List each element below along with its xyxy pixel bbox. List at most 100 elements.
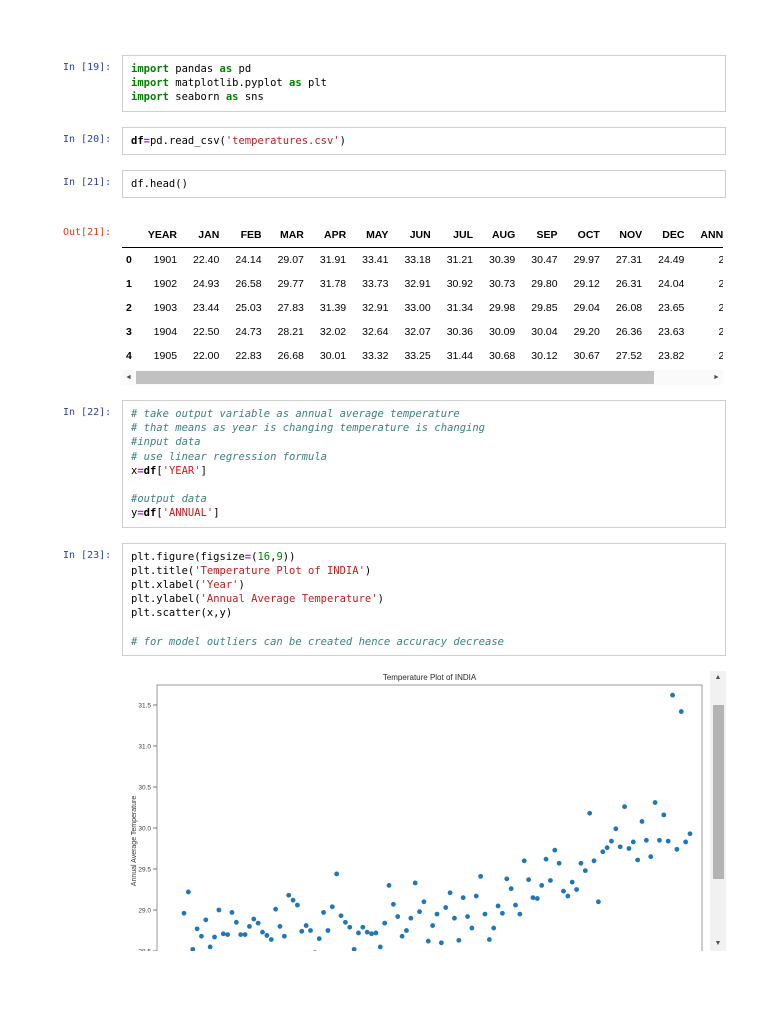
table-cell: 26.58 bbox=[227, 272, 269, 296]
table-cell: 31.34 bbox=[439, 296, 481, 320]
scatter-point bbox=[561, 889, 566, 894]
scatter-point bbox=[500, 911, 505, 916]
table-cell: 22.00 bbox=[185, 344, 227, 368]
scatter-point bbox=[334, 872, 339, 877]
scatter-point bbox=[374, 931, 379, 936]
scatter-point bbox=[640, 819, 645, 824]
table-cell: 28.30 bbox=[692, 344, 723, 368]
scatter-point bbox=[461, 895, 466, 900]
scatter-point bbox=[360, 925, 365, 930]
code-cell-23: In [23]: plt.figure(figsize=(16,9))plt.t… bbox=[63, 543, 726, 656]
table-cell: 33.41 bbox=[354, 248, 396, 273]
scatter-point bbox=[509, 886, 514, 891]
scatter-point bbox=[657, 838, 662, 843]
scatter-point bbox=[574, 887, 579, 892]
table-cell: 1905 bbox=[140, 344, 185, 368]
scroll-down-icon[interactable]: ▼ bbox=[710, 937, 726, 951]
row-index-cell: 1 bbox=[122, 272, 140, 296]
scatter-point bbox=[356, 931, 361, 936]
code-input-area[interactable]: import pandas as pdimport matplotlib.pyp… bbox=[122, 55, 726, 112]
scatter-point bbox=[513, 903, 518, 908]
table-header-cell: NOV bbox=[608, 213, 650, 248]
scroll-left-icon[interactable]: ◄ bbox=[122, 370, 135, 385]
scatter-plot: Temperature Plot of INDIAAnnual Average … bbox=[122, 671, 703, 951]
table-cell: 26.08 bbox=[608, 296, 650, 320]
scatter-point bbox=[452, 916, 457, 921]
table-cell: 29.97 bbox=[566, 248, 608, 273]
scatter-point bbox=[675, 847, 680, 852]
scatter-point bbox=[195, 927, 200, 932]
scatter-point bbox=[679, 709, 684, 714]
dataframe-output: YEARJANFEBMARAPRMAYJUNJULAUGSEPOCTNOVDEC… bbox=[122, 213, 726, 385]
table-header-cell: DEC bbox=[650, 213, 692, 248]
code-input-area[interactable]: df.head() bbox=[122, 170, 726, 198]
table-row: 2190323.4425.0327.8331.3932.9133.0031.34… bbox=[122, 296, 723, 320]
code-line: plt.ylabel('Annual Average Temperature') bbox=[131, 592, 717, 606]
y-tick-label: 31.5 bbox=[138, 702, 151, 709]
table-row: 3190422.5024.7328.2132.0232.6432.0730.36… bbox=[122, 320, 723, 344]
scatter-point bbox=[570, 880, 575, 885]
scatter-point bbox=[404, 928, 409, 933]
table-cell: 30.39 bbox=[481, 248, 523, 273]
code-line: #input data bbox=[131, 435, 717, 449]
scatter-point bbox=[496, 904, 501, 909]
code-line: df.head() bbox=[131, 177, 717, 191]
scatter-point bbox=[456, 938, 461, 943]
input-prompt: In [21]: bbox=[63, 170, 122, 198]
scatter-point bbox=[613, 826, 618, 831]
scatter-point bbox=[382, 921, 387, 926]
code-line: plt.title('Temperature Plot of INDIA') bbox=[131, 564, 717, 578]
scatter-point bbox=[308, 928, 313, 933]
table-cell: 26.36 bbox=[608, 320, 650, 344]
table-cell: 29.85 bbox=[523, 296, 565, 320]
table-cell: 1904 bbox=[140, 320, 185, 344]
code-input-area[interactable]: # take output variable as annual average… bbox=[122, 400, 726, 528]
scatter-point bbox=[526, 877, 531, 882]
vertical-scroll-thumb[interactable] bbox=[713, 705, 724, 879]
table-cell: 29.20 bbox=[566, 320, 608, 344]
table-header-cell bbox=[122, 213, 140, 248]
scatter-point bbox=[321, 910, 326, 915]
code-line: # use linear regression formula bbox=[131, 450, 717, 464]
code-input-area[interactable]: df=pd.read_csv('temperatures.csv') bbox=[122, 127, 726, 155]
scatter-point bbox=[548, 878, 553, 883]
table-cell: 30.47 bbox=[523, 248, 565, 273]
notebook: In [19]: import pandas as pdimport matpl… bbox=[63, 55, 726, 951]
plot-clip-region: Temperature Plot of INDIAAnnual Average … bbox=[122, 671, 704, 951]
scatter-point bbox=[522, 858, 527, 863]
scatter-point bbox=[203, 918, 208, 923]
scatter-point bbox=[251, 917, 256, 922]
table-cell: 30.04 bbox=[523, 320, 565, 344]
table-header-cell: AUG bbox=[481, 213, 523, 248]
scatter-point bbox=[273, 907, 278, 912]
table-cell: 33.73 bbox=[354, 272, 396, 296]
scatter-point bbox=[339, 913, 344, 918]
scatter-point bbox=[596, 899, 601, 904]
dataframe-table: YEARJANFEBMARAPRMAYJUNJULAUGSEPOCTNOVDEC… bbox=[122, 213, 723, 368]
code-cell-22: In [22]: # take output variable as annua… bbox=[63, 400, 726, 528]
scatter-point bbox=[504, 877, 509, 882]
input-prompt: In [20]: bbox=[63, 127, 122, 155]
scatter-point bbox=[247, 924, 252, 929]
scatter-point bbox=[583, 868, 588, 873]
y-tick-label: 30.5 bbox=[138, 784, 151, 791]
scroll-right-icon[interactable]: ► bbox=[710, 370, 723, 385]
code-input-area[interactable]: plt.figure(figsize=(16,9))plt.title('Tem… bbox=[122, 543, 726, 656]
horizontal-scroll-thumb[interactable] bbox=[136, 371, 654, 384]
scatter-point bbox=[465, 914, 470, 919]
scatter-point bbox=[592, 858, 597, 863]
table-cell: 23.82 bbox=[650, 344, 692, 368]
table-cell: 29.04 bbox=[566, 296, 608, 320]
table-cell: 29.12 bbox=[566, 272, 608, 296]
scroll-up-icon[interactable]: ▲ bbox=[710, 671, 726, 685]
table-cell: 27.83 bbox=[270, 296, 312, 320]
scatter-point bbox=[491, 926, 496, 931]
vertical-scrollbar[interactable]: ▲ ▼ bbox=[710, 671, 726, 951]
horizontal-scrollbar[interactable]: ◄ ► bbox=[122, 370, 723, 385]
table-cell: 28.49 bbox=[692, 320, 723, 344]
scatter-point bbox=[635, 858, 640, 863]
chart-title: Temperature Plot of INDIA bbox=[383, 673, 477, 682]
code-line: plt.scatter(x,y) bbox=[131, 606, 717, 620]
code-cell-20: In [20]: df=pd.read_csv('temperatures.cs… bbox=[63, 127, 726, 155]
axes-box bbox=[157, 685, 702, 951]
